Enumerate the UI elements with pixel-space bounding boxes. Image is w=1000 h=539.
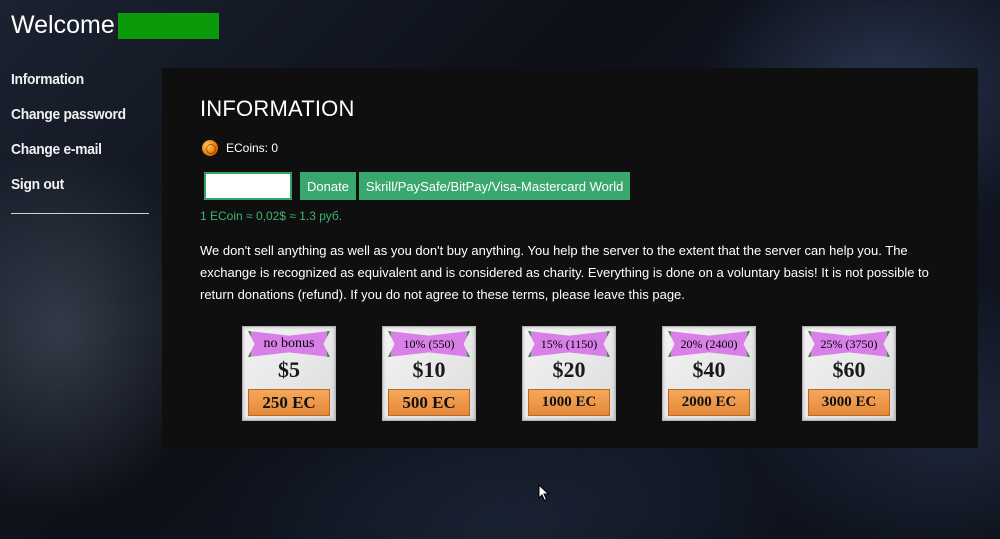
nav-sign-out[interactable]: Sign out <box>11 173 138 208</box>
pack-5[interactable]: no bonus $5 250 EC <box>242 326 336 421</box>
pack-bonus: 20% (2400) <box>668 331 750 357</box>
page-title: INFORMATION <box>200 96 355 121</box>
nav-change-email[interactable]: Change e-mail <box>11 138 138 173</box>
pack-price: $40 <box>692 357 726 382</box>
payment-methods-button[interactable]: Skrill/PaySafe/BitPay/Visa-Mastercard Wo… <box>358 172 631 200</box>
pack-price: $20 <box>552 357 586 382</box>
pack-ec-amount: 1000 EC <box>528 389 610 416</box>
pack-10[interactable]: 10% (550) $10 500 EC <box>382 326 476 421</box>
donation-packs: no bonus $5 250 EC 10% (550) $10 500 EC … <box>242 326 942 421</box>
pack-bonus: 10% (550) <box>388 331 470 357</box>
pack-price: $5 <box>278 357 300 382</box>
donation-amount-input[interactable] <box>204 172 292 200</box>
coin-icon <box>202 140 218 156</box>
exchange-rate: 1 ECoin ≈ 0,02$ ≈ 1.3 руб. <box>200 209 343 223</box>
pack-40[interactable]: 20% (2400) $40 2000 EC <box>662 326 756 421</box>
pack-bonus: 25% (3750) <box>808 331 890 357</box>
pack-price: $10 <box>412 357 446 382</box>
welcome-header: Welcome <box>11 11 219 40</box>
pack-60[interactable]: 25% (3750) $60 3000 EC <box>802 326 896 421</box>
redacted-username <box>117 12 219 39</box>
information-panel: INFORMATION ECoins: 0 Donate Skrill/PayS… <box>162 68 978 448</box>
donate-button[interactable]: Donate <box>300 172 356 200</box>
pack-ec-amount: 3000 EC <box>808 389 890 416</box>
ecoins-label: ECoins: 0 <box>226 141 279 155</box>
pack-price: $60 <box>832 357 866 382</box>
pack-ec-amount: 2000 EC <box>668 389 750 416</box>
pack-ec-amount: 250 EC <box>248 389 330 416</box>
sidebar-nav: Information Change password Change e-mai… <box>11 68 149 214</box>
donation-disclaimer: We don't sell anything as well as you do… <box>200 243 929 302</box>
pack-20[interactable]: 15% (1150) $20 1000 EC <box>522 326 616 421</box>
nav-divider <box>11 213 149 214</box>
pack-bonus: 15% (1150) <box>528 331 610 357</box>
pack-bonus: no bonus <box>248 331 330 357</box>
mouse-cursor-icon <box>538 484 550 502</box>
ecoins-balance: ECoins: 0 <box>202 140 278 156</box>
donate-form: Donate Skrill/PaySafe/BitPay/Visa-Master… <box>204 172 633 200</box>
welcome-text: Welcome <box>11 11 115 39</box>
nav-change-password[interactable]: Change password <box>11 103 138 138</box>
nav-information[interactable]: Information <box>11 68 138 103</box>
pack-ec-amount: 500 EC <box>388 389 470 416</box>
